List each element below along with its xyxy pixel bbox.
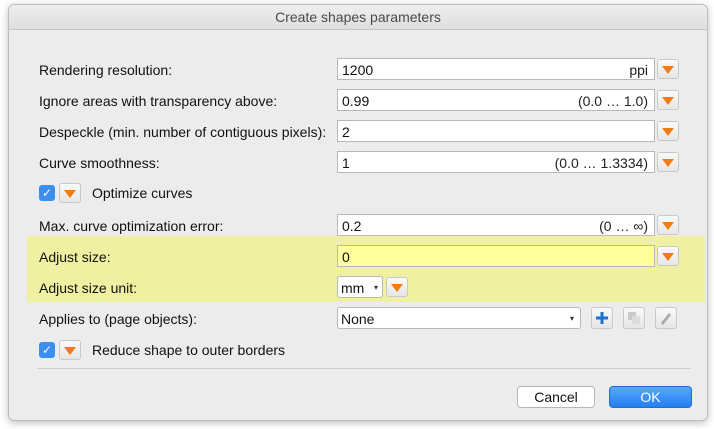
row-curve-smoothness: Curve smoothness: 1 (0.0 … 1.3334) <box>9 151 707 175</box>
divider <box>37 368 691 369</box>
max-curve-error-dropdown-icon[interactable] <box>657 215 679 235</box>
chevron-down-icon: ▾ <box>569 314 574 323</box>
applies-to-select[interactable]: None ▾ <box>337 307 581 329</box>
reduce-shape-label: Reduce shape to outer borders <box>92 342 286 358</box>
row-adjust-size-unit: Adjust size unit: mm ▾ <box>9 276 707 300</box>
rendering-resolution-value: 1200 <box>342 62 374 78</box>
optimize-curves-label: Optimize curves <box>92 185 193 201</box>
ignore-transparency-label: Ignore areas with transparency above: <box>39 93 278 109</box>
curve-smoothness-dropdown-icon[interactable] <box>657 152 679 172</box>
row-applies-to: Applies to (page objects): None ▾ <box>9 307 707 331</box>
row-ignore-transparency: Ignore areas with transparency above: 0.… <box>9 89 707 113</box>
ignore-transparency-value: 0.99 <box>342 93 370 109</box>
row-optimize-curves: ✓ Optimize curves <box>9 183 707 207</box>
adjust-size-value: 0 <box>342 249 350 265</box>
rendering-resolution-unit: ppi <box>629 62 648 78</box>
curve-smoothness-value: 1 <box>342 155 350 171</box>
curve-smoothness-label: Curve smoothness: <box>39 155 160 171</box>
adjust-size-unit-label: Adjust size unit: <box>39 280 138 296</box>
optimize-curves-dropdown-icon[interactable] <box>59 183 81 203</box>
max-curve-error-label: Max. curve optimization error: <box>39 218 224 234</box>
curve-smoothness-range: (0.0 … 1.3334) <box>554 155 648 171</box>
adjust-size-dropdown-icon[interactable] <box>657 246 679 266</box>
row-max-curve-error: Max. curve optimization error: 0.2 (0 … … <box>9 214 707 238</box>
ignore-transparency-dropdown-icon[interactable] <box>657 90 679 110</box>
max-curve-error-value: 0.2 <box>342 218 362 234</box>
ignore-transparency-range: (0.0 … 1.0) <box>577 93 648 109</box>
create-shapes-dialog: Create shapes parameters Rendering resol… <box>8 4 708 421</box>
dialog-title: Create shapes parameters <box>9 5 707 30</box>
chevron-down-icon: ▾ <box>373 283 378 292</box>
applies-to-label: Applies to (page objects): <box>39 311 197 327</box>
plus-icon[interactable] <box>591 307 613 329</box>
despeckle-dropdown-icon[interactable] <box>657 121 679 141</box>
despeckle-input[interactable]: 2 <box>337 120 655 142</box>
copy-icon[interactable] <box>623 307 645 329</box>
adjust-size-label: Adjust size: <box>39 249 111 265</box>
rendering-resolution-label: Rendering resolution: <box>39 62 173 78</box>
max-curve-error-range: (0 … ∞) <box>599 218 648 234</box>
adjust-size-unit-value: mm <box>341 280 365 296</box>
pencil-icon[interactable] <box>655 307 677 329</box>
row-rendering-resolution: Rendering resolution: 1200 ppi <box>9 58 707 82</box>
despeckle-value: 2 <box>342 124 350 140</box>
max-curve-error-input[interactable]: 0.2 (0 … ∞) <box>337 214 655 236</box>
adjust-size-unit-dropdown-icon[interactable] <box>386 277 408 297</box>
reduce-shape-checkbox[interactable]: ✓ <box>39 342 55 358</box>
reduce-shape-dropdown-icon[interactable] <box>59 340 81 360</box>
adjust-size-input[interactable]: 0 <box>337 245 655 267</box>
row-adjust-size: Adjust size: 0 <box>9 245 707 269</box>
curve-smoothness-input[interactable]: 1 (0.0 … 1.3334) <box>337 151 655 173</box>
ignore-transparency-input[interactable]: 0.99 (0.0 … 1.0) <box>337 89 655 111</box>
rendering-resolution-input[interactable]: 1200 ppi <box>337 58 655 80</box>
ok-button[interactable]: OK <box>609 386 692 408</box>
despeckle-label: Despeckle (min. number of contiguous pix… <box>39 124 327 140</box>
row-despeckle: Despeckle (min. number of contiguous pix… <box>9 120 707 144</box>
rendering-resolution-dropdown-icon[interactable] <box>657 59 679 79</box>
cancel-button[interactable]: Cancel <box>517 386 595 408</box>
optimize-curves-checkbox[interactable]: ✓ <box>39 185 55 201</box>
applies-to-value: None <box>341 311 375 327</box>
row-reduce-shape: ✓ Reduce shape to outer borders <box>9 340 707 364</box>
adjust-size-unit-select[interactable]: mm ▾ <box>337 276 383 298</box>
